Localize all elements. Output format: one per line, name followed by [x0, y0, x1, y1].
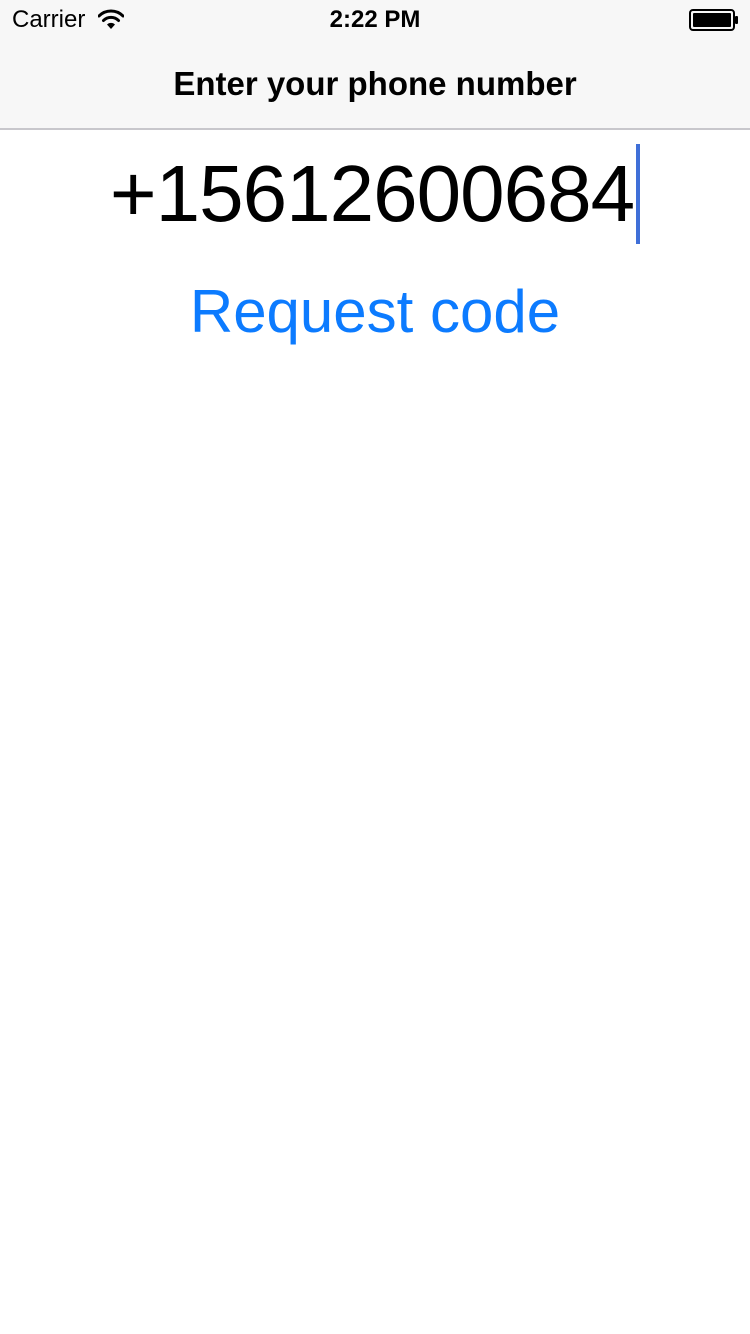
navigation-bar: Enter your phone number — [0, 40, 750, 128]
status-bar: Carrier 2:22 PM — [0, 0, 750, 40]
phone-number-input[interactable]: +15612600684 — [0, 142, 750, 246]
top-chrome: Carrier 2:22 PM Enter your phone number — [0, 0, 750, 130]
phone-number-value[interactable]: +15612600684 — [110, 142, 635, 246]
text-cursor — [636, 144, 641, 244]
status-time: 2:22 PM — [329, 6, 421, 33]
request-code-button[interactable]: Request code — [175, 270, 575, 354]
page-title: Enter your phone number — [173, 65, 577, 102]
battery-icon — [689, 9, 739, 31]
